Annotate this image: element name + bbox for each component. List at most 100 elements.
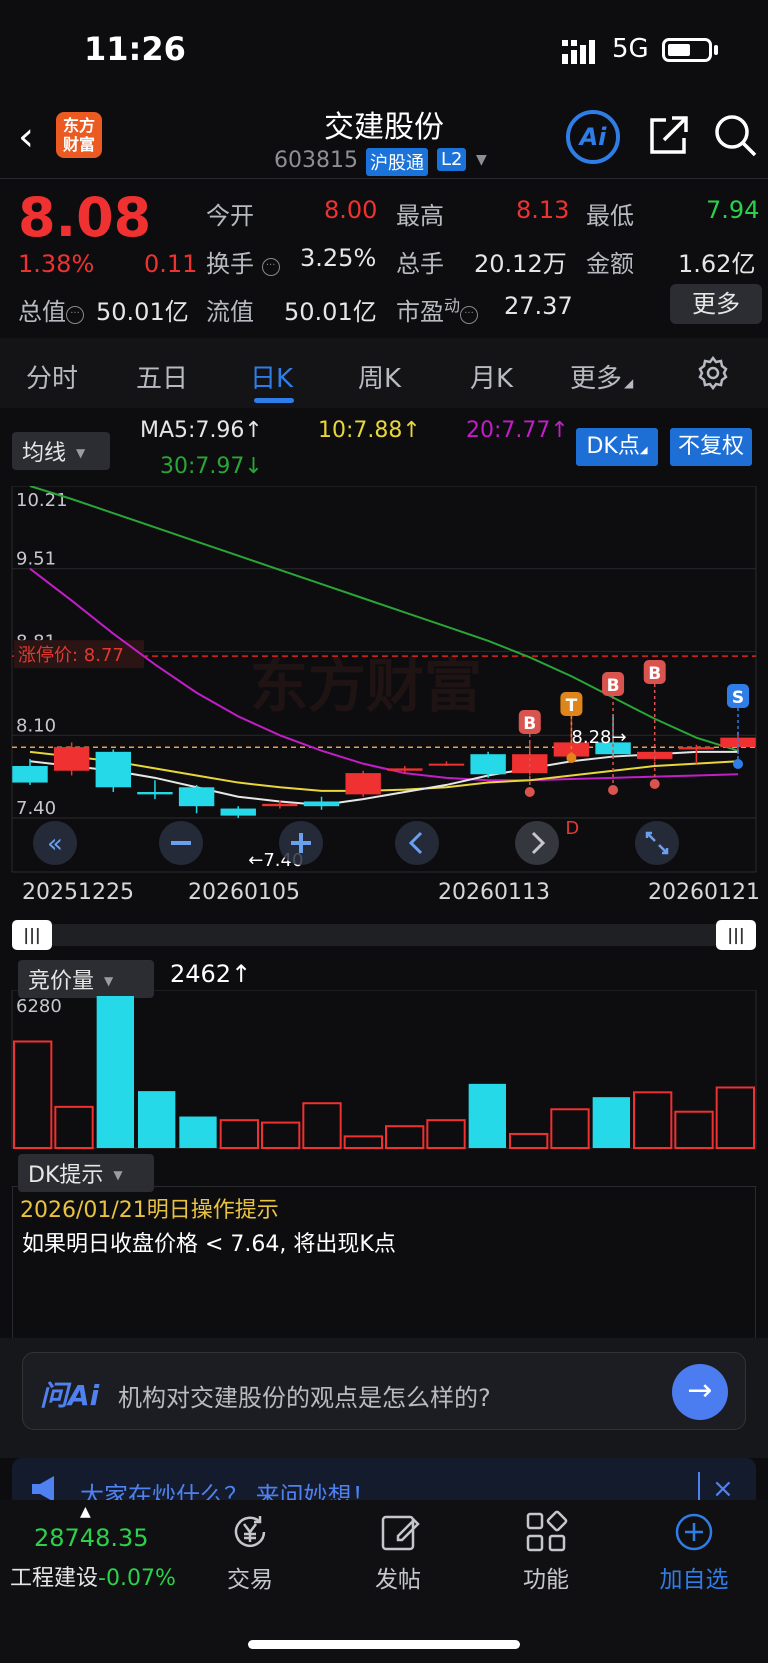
no-adjust-button[interactable]: 不复权 [670,428,752,466]
ai-button[interactable]: Ai [566,110,620,164]
ma-dropdown[interactable]: 均线 ▼ [12,432,110,470]
mktcap-label: 总值 ··· [18,292,84,327]
banner-separator [698,1472,700,1502]
chevron-right-icon[interactable] [514,820,560,866]
dk-tip-date: 2026/01/21明日操作提示 [20,1198,279,1223]
more-quote-button[interactable]: 更多 [670,284,762,324]
chevron-left-icon[interactable] [394,820,440,866]
volume-bar [13,1040,53,1150]
tab-daily-k[interactable]: 日K [250,358,293,395]
watermark: 东方财富 [250,652,482,720]
home-indicator[interactable] [248,1640,520,1649]
post-edit-icon[interactable] [378,1510,422,1554]
battery-icon [662,38,712,62]
low-label: 最低 [586,202,634,230]
triangle-up-icon: ▲ [80,1504,91,1520]
corner-triangle-icon: ◢ [624,376,634,390]
tab-five-day[interactable]: 五日 [136,358,188,395]
settings-gear-icon[interactable] [696,356,730,390]
sector-index-name[interactable]: 工程建设-0.07% [10,1560,176,1592]
y-tick-label: 9.51 [16,549,56,570]
sector-index-value[interactable]: 28748.35 [34,1524,149,1552]
l2-badge[interactable]: L2 [437,148,467,171]
header-divider [0,178,768,179]
range-handle-left[interactable]: ||| [12,920,52,950]
info-icon[interactable]: ··· [66,306,84,324]
range-handle-right[interactable]: ||| [716,920,756,950]
volume-bar [54,1105,94,1149]
search-icon[interactable] [712,112,758,158]
dk-tip-dropdown-label: DK提示 [28,1163,104,1188]
candle-body [428,763,465,766]
zoom-out-icon[interactable] [158,820,204,866]
share-icon[interactable] [646,114,690,158]
status-time: 11:26 [84,30,186,68]
limit-up-label: 涨停价: 8.77 [18,645,124,666]
signal-dot [649,779,660,789]
zoom-in-icon[interactable] [278,820,324,866]
candlestick-chart[interactable]: 东方财富 10.219.518.818.107.40涨停价: 8.77 BTBB… [0,486,768,876]
volume-bar [468,1083,506,1148]
dk-point-label: DK点 [586,434,640,459]
add-watchlist-icon[interactable] [672,1510,716,1554]
volume-bar [261,1121,301,1149]
volume-label: 总手 [396,250,444,278]
svg-text:«: « [47,829,63,859]
volume-bar [633,1091,673,1149]
x-label-start: 20251225 [22,880,134,905]
send-arrow-button[interactable]: → [672,1364,728,1420]
amount-value: 1.62亿 [678,250,756,278]
volume-bar [674,1110,714,1149]
open-value: 8.00 [324,196,378,224]
scroll-to-start-icon[interactable]: « [32,820,78,866]
triangle-down-icon[interactable]: ▼ [476,152,487,168]
nav-functions-label[interactable]: 功能 [496,1560,596,1594]
volume-max-label: 6280 [16,996,62,1017]
battery-tip [714,45,718,55]
volume-bar [592,1097,630,1148]
ask-ai-placeholder[interactable]: 机构对交建股份的观点是怎么样的? [118,1378,491,1413]
trade-yen-icon[interactable] [228,1510,272,1554]
signal-dot [608,785,619,795]
volume-bar [385,1125,425,1150]
ma-dropdown-label: 均线 [22,441,67,466]
candle-body [137,792,173,795]
volume-bar [509,1132,549,1149]
volume-bar [715,1086,756,1150]
sector-change: -0.07% [98,1566,176,1591]
signal-letter: B [648,664,661,684]
info-icon[interactable]: ··· [460,306,479,324]
tab-weekly-k[interactable]: 周K [358,358,401,395]
tab-monthly-k[interactable]: 月K [470,358,513,395]
float-value: 50.01亿 [284,298,377,326]
high-label: 最高 [396,202,444,230]
caret-down-icon: ▼ [104,974,114,988]
y-tick-label: 8.10 [16,715,56,736]
stock-code: 603815 [274,148,358,173]
functions-grid-icon[interactable] [524,1510,568,1554]
nav-trade-label[interactable]: 交易 [200,1560,300,1594]
tab-more[interactable]: 更多 ◢ [570,358,633,395]
ma10-value: 10:7.88↑ [318,418,421,443]
range-scrollbar[interactable] [12,924,756,946]
low-value: 7.94 [706,196,760,224]
auction-volume-value: 2462↑ [170,960,252,988]
fullscreen-icon[interactable] [634,820,680,866]
ma20-value: 20:7.77↑ [466,418,569,443]
x-label-2: 20260105 [188,880,300,905]
nav-post-label[interactable]: 发帖 [348,1560,448,1594]
float-label: 流值 [206,298,254,326]
nav-add-watchlist-label[interactable]: 加自选 [644,1560,744,1594]
candle-body [53,747,90,771]
info-icon[interactable]: ··· [261,258,280,276]
volume-bar [426,1119,466,1149]
tab-intraday[interactable]: 分时 [26,358,78,395]
candle-body [178,787,215,807]
volume-chart[interactable]: 6280 [0,990,768,1150]
ma10-line [29,750,739,792]
mktcap-value: 50.01亿 [96,298,189,326]
dk-point-button[interactable]: DK点◢ [576,428,658,466]
y-tick-label: 7.40 [16,798,56,819]
cellular-signal-icon [562,40,595,64]
candle-body [470,754,506,775]
